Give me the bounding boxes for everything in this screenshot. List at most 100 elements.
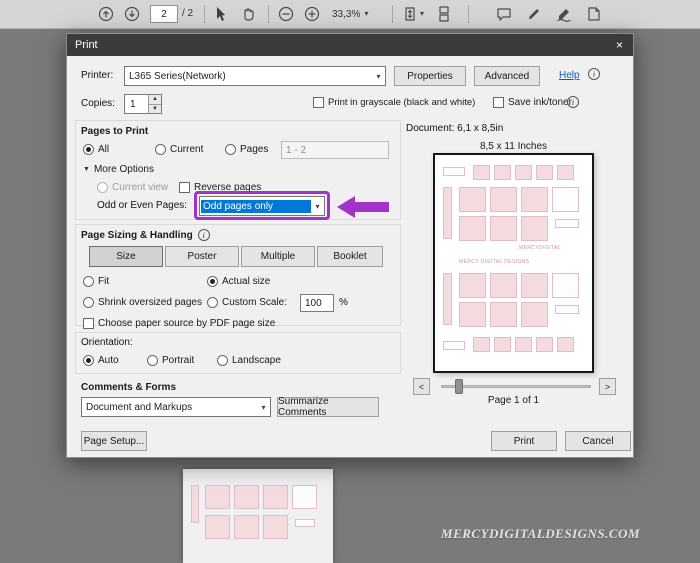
dialog-title: Print <box>75 39 98 51</box>
radio-pages-label: Pages <box>240 144 268 155</box>
save-ink-label: Save ink/toner <box>508 97 572 108</box>
preview-thumbnail-box <box>557 165 574 180</box>
properties-button[interactable]: Properties <box>394 66 466 86</box>
dialog-titlebar: Print × <box>67 34 633 56</box>
preview-thumbnail-box <box>490 302 517 327</box>
radio-icon <box>83 276 94 287</box>
radio-pages[interactable]: Pages <box>225 144 268 155</box>
preview-thumbnail-box <box>552 187 579 212</box>
radio-custom-scale[interactable]: Custom Scale: <box>207 297 287 308</box>
reverse-pages-checkbox[interactable]: Reverse pages <box>179 182 261 193</box>
copies-value: 1 <box>125 95 148 113</box>
close-icon[interactable]: × <box>614 38 625 52</box>
highlight-pencil-icon[interactable] <box>526 6 542 22</box>
preview-next-button[interactable]: > <box>599 378 616 395</box>
radio-portrait[interactable]: Portrait <box>147 355 194 366</box>
preview-thumbnail-box <box>490 216 517 241</box>
preview-thumbnail-box <box>490 187 517 212</box>
spinner-down-icon[interactable]: ▼ <box>149 105 161 114</box>
acrobat-toolbar: 2 / 2 33,3% ▾ ▾ <box>0 0 700 29</box>
print-button[interactable]: Print <box>491 431 557 451</box>
orientation-heading: Orientation: <box>81 337 133 348</box>
summarize-comments-button[interactable]: Summarize Comments <box>277 397 379 417</box>
toolbar-divider <box>268 5 269 23</box>
grayscale-label: Print in grayscale (black and white) <box>328 97 475 108</box>
multiple-tab-button[interactable]: Multiple <box>241 246 315 267</box>
radio-current-view-label: Current view <box>112 182 168 193</box>
tools-icon[interactable] <box>586 6 602 22</box>
info-icon[interactable]: i <box>198 229 210 241</box>
reverse-pages-label: Reverse pages <box>194 182 261 193</box>
radio-auto[interactable]: Auto <box>83 355 119 366</box>
hand-tool-icon[interactable] <box>240 6 256 22</box>
comment-icon[interactable] <box>496 6 512 22</box>
radio-icon <box>207 276 218 287</box>
radio-shrink-label: Shrink oversized pages <box>98 297 202 308</box>
odd-even-pages-select[interactable]: Odd pages only ▾ <box>199 196 325 216</box>
save-ink-checkbox[interactable]: Save ink/toner <box>493 97 572 108</box>
radio-icon <box>83 355 94 366</box>
cancel-button[interactable]: Cancel <box>565 431 631 451</box>
grayscale-checkbox[interactable]: Print in grayscale (black and white) <box>313 97 475 108</box>
preview-slider-thumb[interactable] <box>455 379 463 394</box>
radio-landscape[interactable]: Landscape <box>217 355 281 366</box>
toolbar-divider <box>468 5 469 23</box>
site-watermark: MERCYDIGITALDESIGNS.COM <box>420 526 640 542</box>
fit-page-icon[interactable] <box>402 6 418 22</box>
preview-slider-track[interactable] <box>441 385 591 388</box>
preview-thumbnail-box <box>494 165 511 180</box>
print-dialog: Print × Printer: L365 Series(Network) ▾ … <box>66 33 634 458</box>
copies-stepper[interactable]: 1 ▲ ▼ <box>124 94 162 114</box>
zoom-out-icon[interactable] <box>278 6 294 22</box>
comments-forms-select[interactable]: Document and Markups ▾ <box>81 397 271 417</box>
radio-all[interactable]: All <box>83 144 109 155</box>
preview-thumbnail-box <box>521 187 548 212</box>
zoom-level-select[interactable]: 33,3% ▾ <box>332 5 368 23</box>
preview-thumbnail-box <box>536 165 553 180</box>
printer-select[interactable]: L365 Series(Network) ▾ <box>124 66 386 86</box>
preview-thumbnail-box <box>473 337 490 352</box>
sign-pen-icon[interactable] <box>556 6 572 22</box>
chevron-down-icon: ▾ <box>257 403 270 412</box>
booklet-tab-button[interactable]: Booklet <box>317 246 383 267</box>
more-options-toggle[interactable]: ▼ More Options <box>83 164 154 175</box>
size-tab-button[interactable]: Size <box>89 246 163 267</box>
custom-scale-input[interactable]: 100 <box>300 294 334 312</box>
radio-current[interactable]: Current <box>155 144 203 155</box>
advanced-button[interactable]: Advanced <box>474 66 540 86</box>
radio-fit-label: Fit <box>98 276 109 287</box>
page-range-input[interactable]: 1 - 2 <box>281 141 389 159</box>
printer-label: Printer: <box>81 70 113 81</box>
help-info-icon[interactable]: i <box>588 68 600 80</box>
paper-source-label: Choose paper source by PDF page size <box>98 318 275 329</box>
select-tool-icon[interactable] <box>212 6 228 22</box>
spinner-up-icon[interactable]: ▲ <box>149 95 161 105</box>
preview-thumbnail-box <box>536 337 553 352</box>
chevron-down-icon: ▾ <box>364 10 368 18</box>
chevron-down-icon[interactable]: ▾ <box>420 10 424 18</box>
radio-icon <box>225 144 236 155</box>
info-icon[interactable]: i <box>567 96 579 108</box>
radio-icon <box>83 144 94 155</box>
radio-fit[interactable]: Fit <box>83 276 109 287</box>
radio-current-view[interactable]: Current view <box>97 182 168 193</box>
page-setup-button[interactable]: Page Setup... <box>81 431 147 451</box>
radio-actual-size[interactable]: Actual size <box>207 276 270 287</box>
zoom-level-value: 33,3% <box>332 9 360 20</box>
preview-thumbnail-box <box>521 273 548 298</box>
preview-thumbnail-box <box>443 341 465 350</box>
radio-shrink[interactable]: Shrink oversized pages <box>83 297 202 308</box>
odd-even-selected-value: Odd pages only <box>201 200 311 213</box>
preview-thumbnail-box <box>459 273 486 298</box>
poster-tab-button[interactable]: Poster <box>165 246 239 267</box>
help-link[interactable]: Help <box>559 70 580 81</box>
page-scrolling-icon[interactable] <box>436 6 452 22</box>
document-size-label: Document: 6,1 x 8,5in <box>406 123 503 134</box>
paper-source-checkbox[interactable]: Choose paper source by PDF page size <box>83 318 275 329</box>
next-page-icon[interactable] <box>124 6 140 22</box>
zoom-in-icon[interactable] <box>304 6 320 22</box>
chevron-down-icon: ▾ <box>372 72 385 81</box>
previous-page-icon[interactable] <box>98 6 114 22</box>
preview-prev-button[interactable]: < <box>413 378 430 395</box>
page-number-input[interactable]: 2 <box>150 5 178 23</box>
